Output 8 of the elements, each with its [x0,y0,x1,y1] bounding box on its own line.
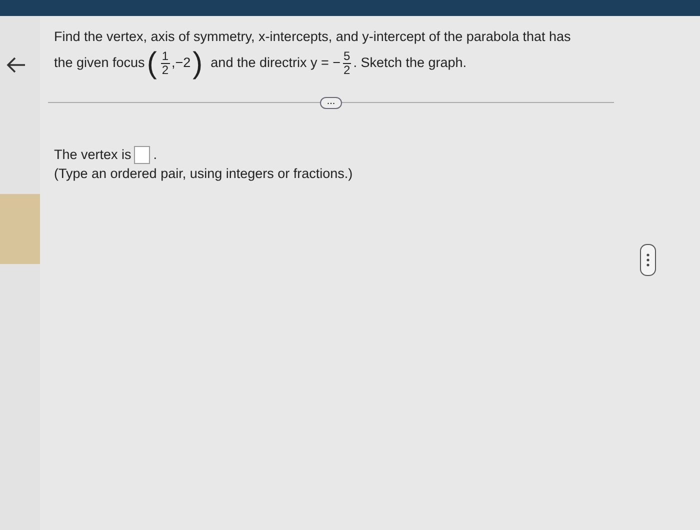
dots-icon [645,252,651,268]
vertex-label: The vertex is [54,146,132,164]
back-arrow-icon[interactable] [5,56,27,74]
period-text: . [153,146,158,164]
hint-text: (Type an ordered pair, using integers or fractions.) [54,165,354,184]
more-button[interactable]: ... [320,96,342,109]
answer-box[interactable] [134,146,150,164]
drag-handle[interactable] [640,244,656,276]
